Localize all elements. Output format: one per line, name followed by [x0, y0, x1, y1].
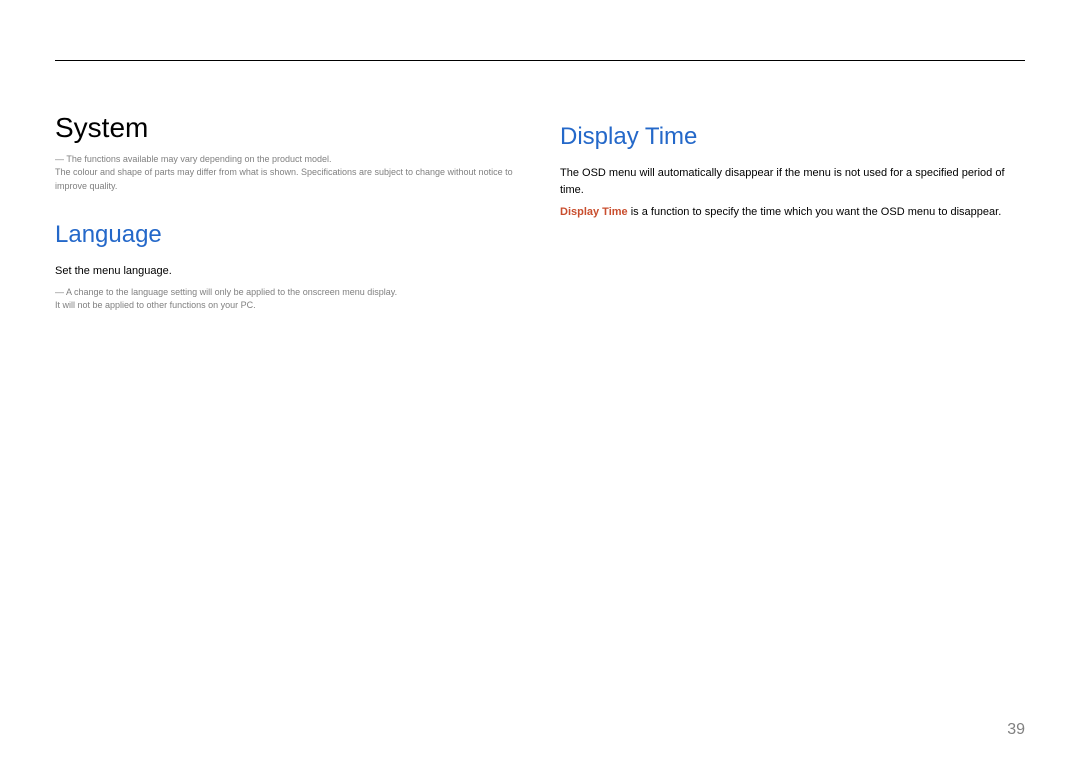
right-column: Display Time The OSD menu will automatic…: [560, 111, 1025, 313]
chapter-note-2: The colour and shape of parts may differ…: [55, 166, 520, 193]
language-heading: Language: [55, 221, 520, 249]
chapter-note-1: ― The functions available may vary depen…: [55, 153, 520, 167]
display-time-body-2: Display Time is a function to specify th…: [560, 204, 1025, 221]
language-note-line1: A change to the language setting will on…: [66, 287, 397, 297]
note-dash: ―: [55, 287, 64, 297]
display-time-heading: Display Time: [560, 123, 1025, 151]
display-time-body-1: The OSD menu will automatically disappea…: [560, 165, 1025, 198]
note-dash: ―: [55, 154, 64, 164]
note-text: The functions available may vary dependi…: [66, 154, 331, 164]
chapter-title: System: [55, 111, 520, 145]
header-divider: [55, 60, 1025, 61]
chapter-notes: ― The functions available may vary depen…: [55, 153, 520, 194]
language-note-line2: It will not be applied to other function…: [55, 299, 520, 313]
left-column: System ― The functions available may var…: [55, 111, 520, 313]
language-note: ― A change to the language setting will …: [55, 286, 520, 313]
content-columns: System ― The functions available may var…: [55, 111, 1025, 313]
language-body: Set the menu language.: [55, 263, 520, 280]
display-time-highlight: Display Time: [560, 206, 628, 218]
page-number: 39: [1007, 721, 1025, 739]
display-time-suffix: is a function to specify the time which …: [628, 206, 1002, 218]
